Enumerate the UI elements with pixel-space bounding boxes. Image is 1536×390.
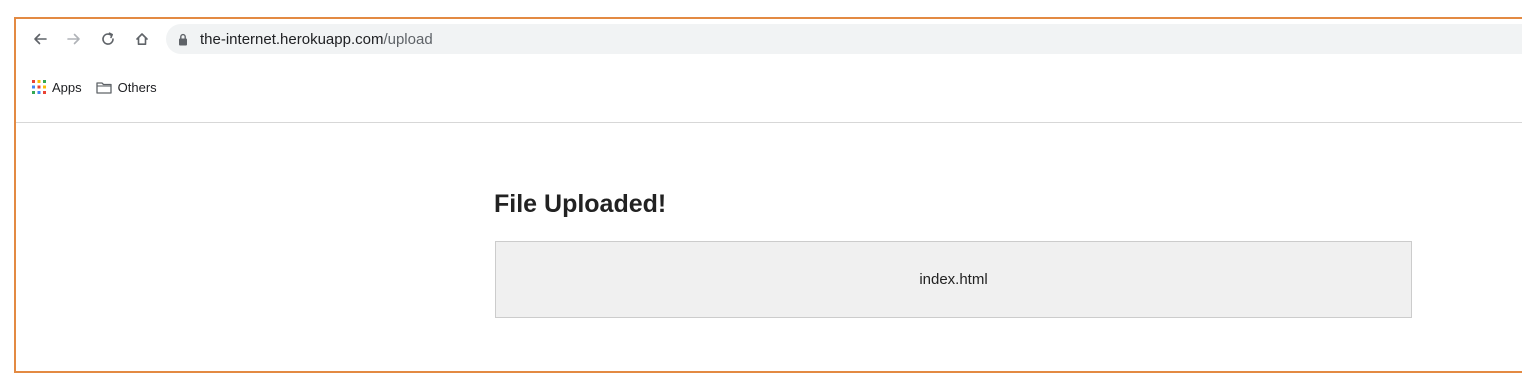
url-text: the-internet.herokuapp.com/upload — [200, 31, 433, 48]
uploaded-file-name: index.html — [919, 271, 988, 288]
browser-toolbar: the-internet.herokuapp.com/upload — [16, 19, 1522, 59]
arrow-right-icon — [67, 33, 80, 45]
apps-grid-icon — [32, 80, 46, 94]
bookmark-others[interactable]: Others — [95, 79, 157, 95]
page-content: File Uploaded! index.html — [16, 124, 1522, 371]
arrow-left-icon — [34, 33, 47, 45]
uploaded-files-panel: index.html — [495, 241, 1412, 318]
back-button[interactable] — [28, 27, 52, 51]
bookmark-others-label: Others — [117, 79, 157, 95]
folder-icon — [95, 81, 112, 94]
page-title: File Uploaded! — [494, 190, 667, 218]
url-path: /upload — [383, 30, 433, 48]
url-host: the-internet.herokuapp.com — [200, 30, 384, 48]
home-icon — [136, 33, 148, 45]
reload-button[interactable] — [96, 27, 120, 51]
bookmark-apps-label: Apps — [52, 79, 82, 95]
address-bar[interactable]: the-internet.herokuapp.com/upload — [166, 24, 1522, 54]
browser-window: the-internet.herokuapp.com/upload Apps O… — [14, 17, 1522, 373]
reload-icon — [102, 32, 114, 45]
home-button[interactable] — [130, 27, 154, 51]
bookmarks-bar: Apps Others — [16, 59, 1522, 123]
forward-button[interactable] — [62, 27, 86, 51]
lock-icon — [176, 31, 190, 47]
bookmark-apps[interactable]: Apps — [32, 80, 82, 95]
